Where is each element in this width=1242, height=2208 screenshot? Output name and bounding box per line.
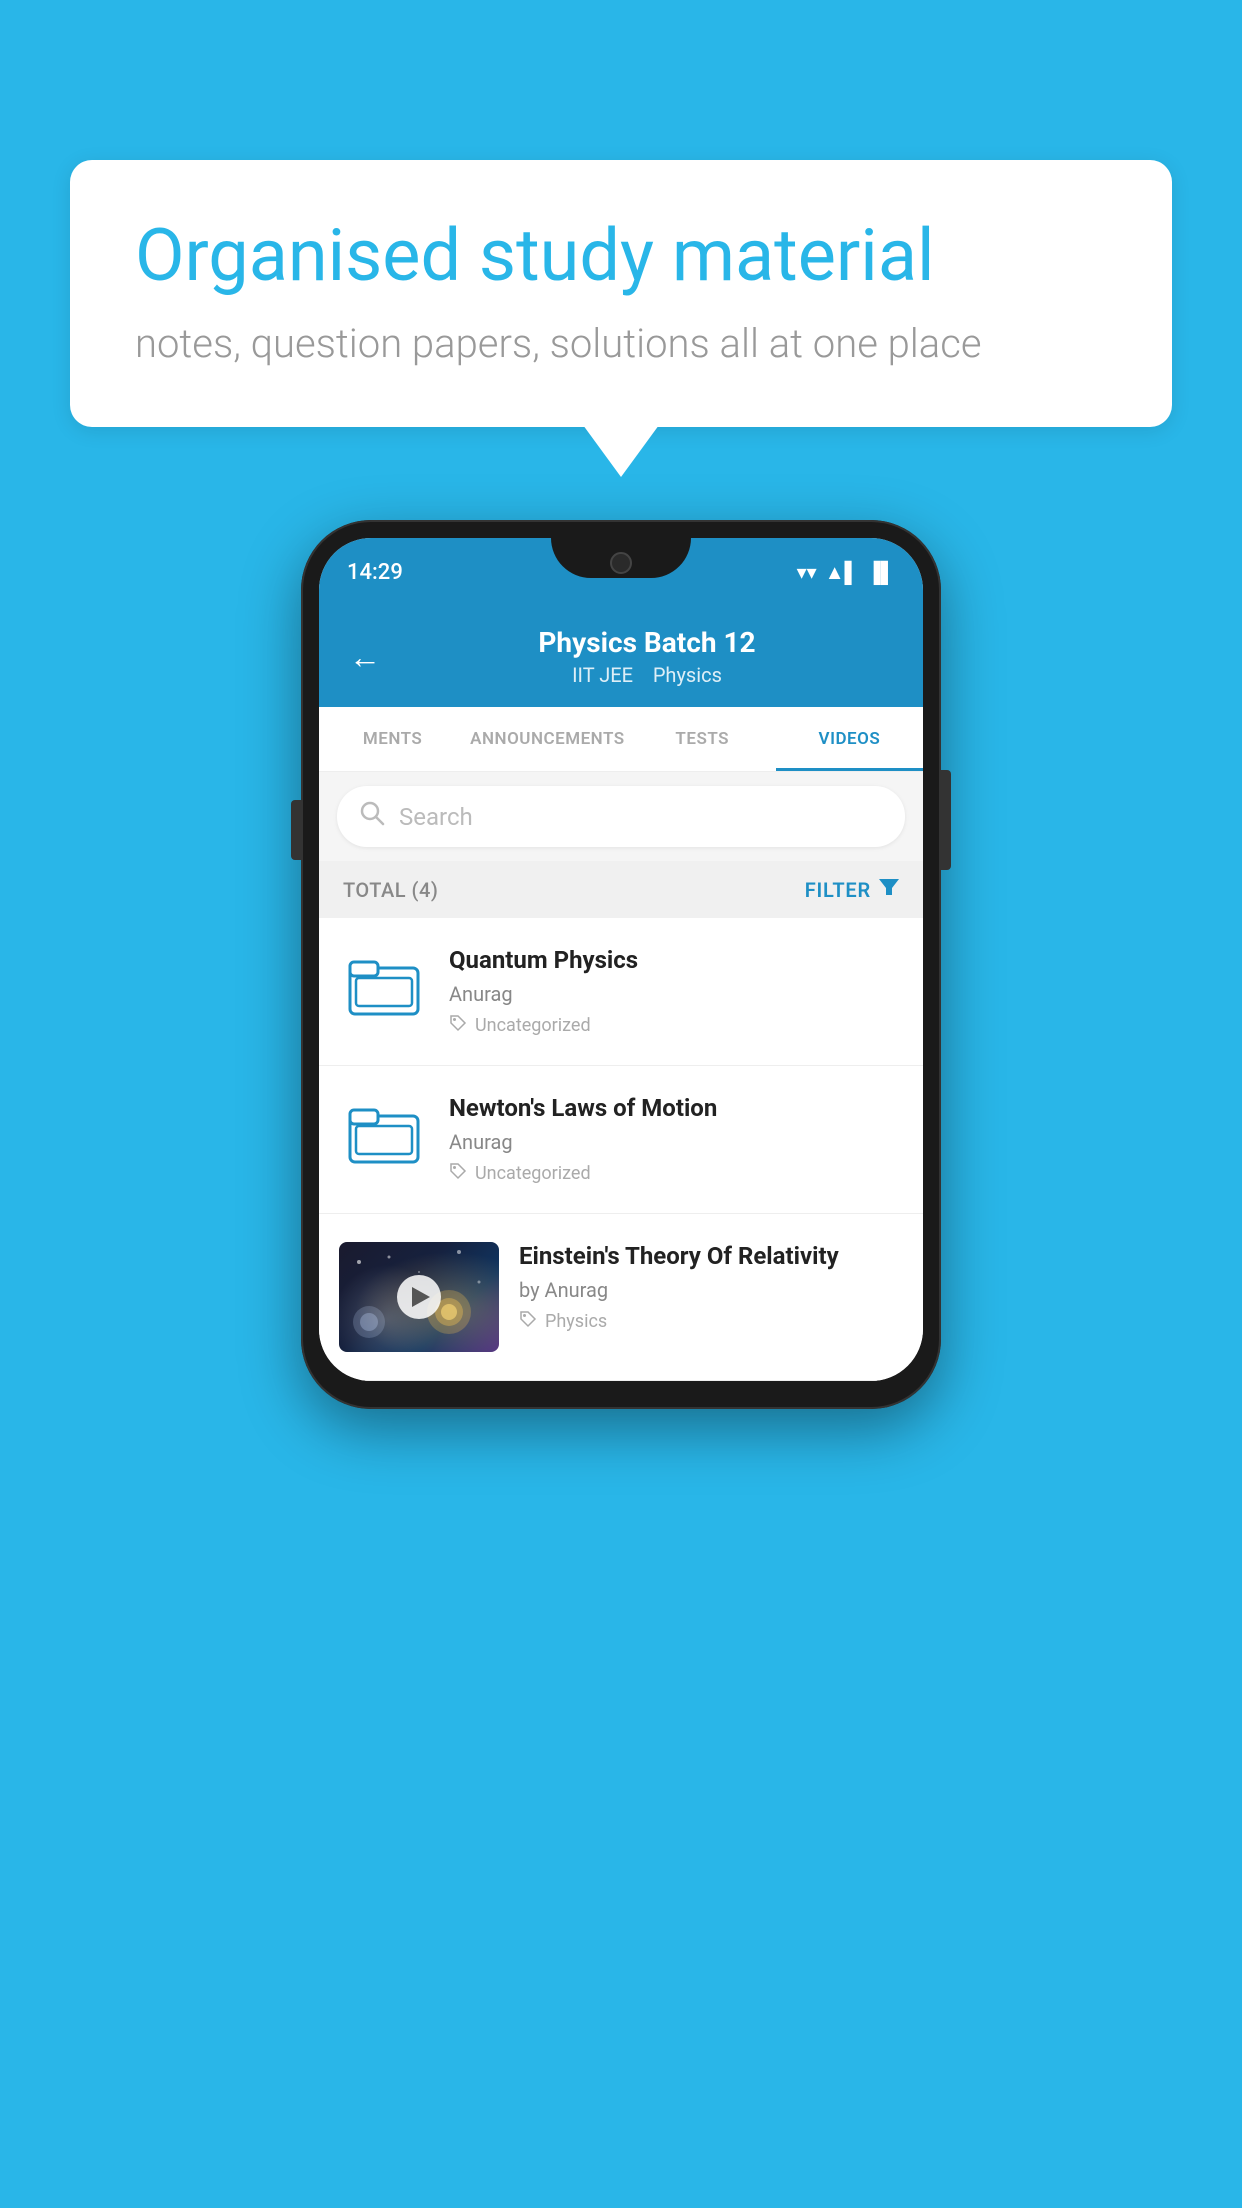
einstein-thumbnail xyxy=(339,1242,499,1352)
item-tag-1: Uncategorized xyxy=(449,1014,903,1037)
tabs-bar: MENTS ANNOUNCEMENTS TESTS VIDEOS xyxy=(319,707,923,772)
speech-bubble: Organised study material notes, question… xyxy=(70,160,1172,427)
wifi-icon: ▾▾ xyxy=(797,560,817,584)
tag-icon-1 xyxy=(449,1014,467,1037)
app-header: ← Physics Batch 12 IIT JEE Physics xyxy=(319,606,923,707)
header-title-group: Physics Batch 12 IIT JEE Physics xyxy=(401,626,893,687)
search-icon xyxy=(359,800,385,833)
phone-mockup: 14:29 ▾▾ ▲▌ ▐▌ ← Physics Batch 12 IIT JE… xyxy=(301,520,941,1409)
item-author-3: by Anurag xyxy=(519,1278,903,1302)
header-subtitle-iitjee: IIT JEE xyxy=(572,663,633,687)
tag-label-3: Physics xyxy=(545,1311,607,1332)
tag-icon-3 xyxy=(519,1310,537,1333)
speech-bubble-container: Organised study material notes, question… xyxy=(70,160,1172,477)
header-title: Physics Batch 12 xyxy=(401,626,893,659)
tag-icon-2 xyxy=(449,1162,467,1185)
tab-announcements[interactable]: ANNOUNCEMENTS xyxy=(466,707,628,771)
item-info-2: Newton's Laws of Motion Anurag Uncategor… xyxy=(449,1094,903,1185)
tag-label-2: Uncategorized xyxy=(475,1163,591,1184)
item-title-2: Newton's Laws of Motion xyxy=(449,1094,903,1122)
list-item[interactable]: Newton's Laws of Motion Anurag Uncategor… xyxy=(319,1066,923,1214)
status-icons: ▾▾ ▲▌ ▐▌ xyxy=(797,560,895,585)
search-bar[interactable]: Search xyxy=(337,786,905,847)
item-title-1: Quantum Physics xyxy=(449,946,903,974)
item-thumbnail-2 xyxy=(339,1094,429,1174)
tag-label-1: Uncategorized xyxy=(475,1015,591,1036)
filter-bar: TOTAL (4) FILTER xyxy=(319,861,923,918)
item-title-3: Einstein's Theory Of Relativity xyxy=(519,1242,903,1270)
back-button[interactable]: ← xyxy=(349,638,381,676)
total-count: TOTAL (4) xyxy=(343,878,438,902)
item-tag-2: Uncategorized xyxy=(449,1162,903,1185)
list-item[interactable]: Einstein's Theory Of Relativity by Anura… xyxy=(319,1214,923,1381)
search-placeholder: Search xyxy=(399,803,473,831)
header-subtitle-physics: Physics xyxy=(653,663,722,687)
tab-ments[interactable]: MENTS xyxy=(319,707,466,771)
bubble-title: Organised study material xyxy=(135,215,1107,298)
battery-icon: ▐▌ xyxy=(867,560,895,585)
filter-funnel-icon xyxy=(879,877,899,902)
status-time: 14:29 xyxy=(347,560,403,585)
play-triangle-icon xyxy=(412,1287,430,1307)
tab-videos[interactable]: VIDEOS xyxy=(776,707,923,771)
item-tag-3: Physics xyxy=(519,1310,903,1333)
filter-label: FILTER xyxy=(805,878,871,902)
notch-cutout xyxy=(551,538,691,578)
camera-icon xyxy=(610,552,632,574)
video-list: Quantum Physics Anurag Uncategorized xyxy=(319,918,923,1381)
item-thumbnail-1 xyxy=(339,946,429,1026)
item-author-2: Anurag xyxy=(449,1130,903,1154)
item-author-1: Anurag xyxy=(449,982,903,1006)
list-item[interactable]: Quantum Physics Anurag Uncategorized xyxy=(319,918,923,1066)
item-info-3: Einstein's Theory Of Relativity by Anura… xyxy=(519,1242,903,1333)
bubble-subtitle: notes, question papers, solutions all at… xyxy=(135,320,1107,367)
filter-button[interactable]: FILTER xyxy=(805,877,899,902)
status-bar: 14:29 ▾▾ ▲▌ ▐▌ xyxy=(319,538,923,606)
phone-outer: 14:29 ▾▾ ▲▌ ▐▌ ← Physics Batch 12 IIT JE… xyxy=(301,520,941,1409)
play-button[interactable] xyxy=(397,1275,441,1319)
item-info-1: Quantum Physics Anurag Uncategorized xyxy=(449,946,903,1037)
phone-screen: 14:29 ▾▾ ▲▌ ▐▌ ← Physics Batch 12 IIT JE… xyxy=(319,538,923,1381)
tab-tests[interactable]: TESTS xyxy=(629,707,776,771)
search-bar-wrapper: Search xyxy=(319,772,923,861)
header-subtitle: IIT JEE Physics xyxy=(401,663,893,687)
speech-bubble-arrow xyxy=(583,425,659,477)
signal-icon: ▲▌ xyxy=(825,560,859,585)
